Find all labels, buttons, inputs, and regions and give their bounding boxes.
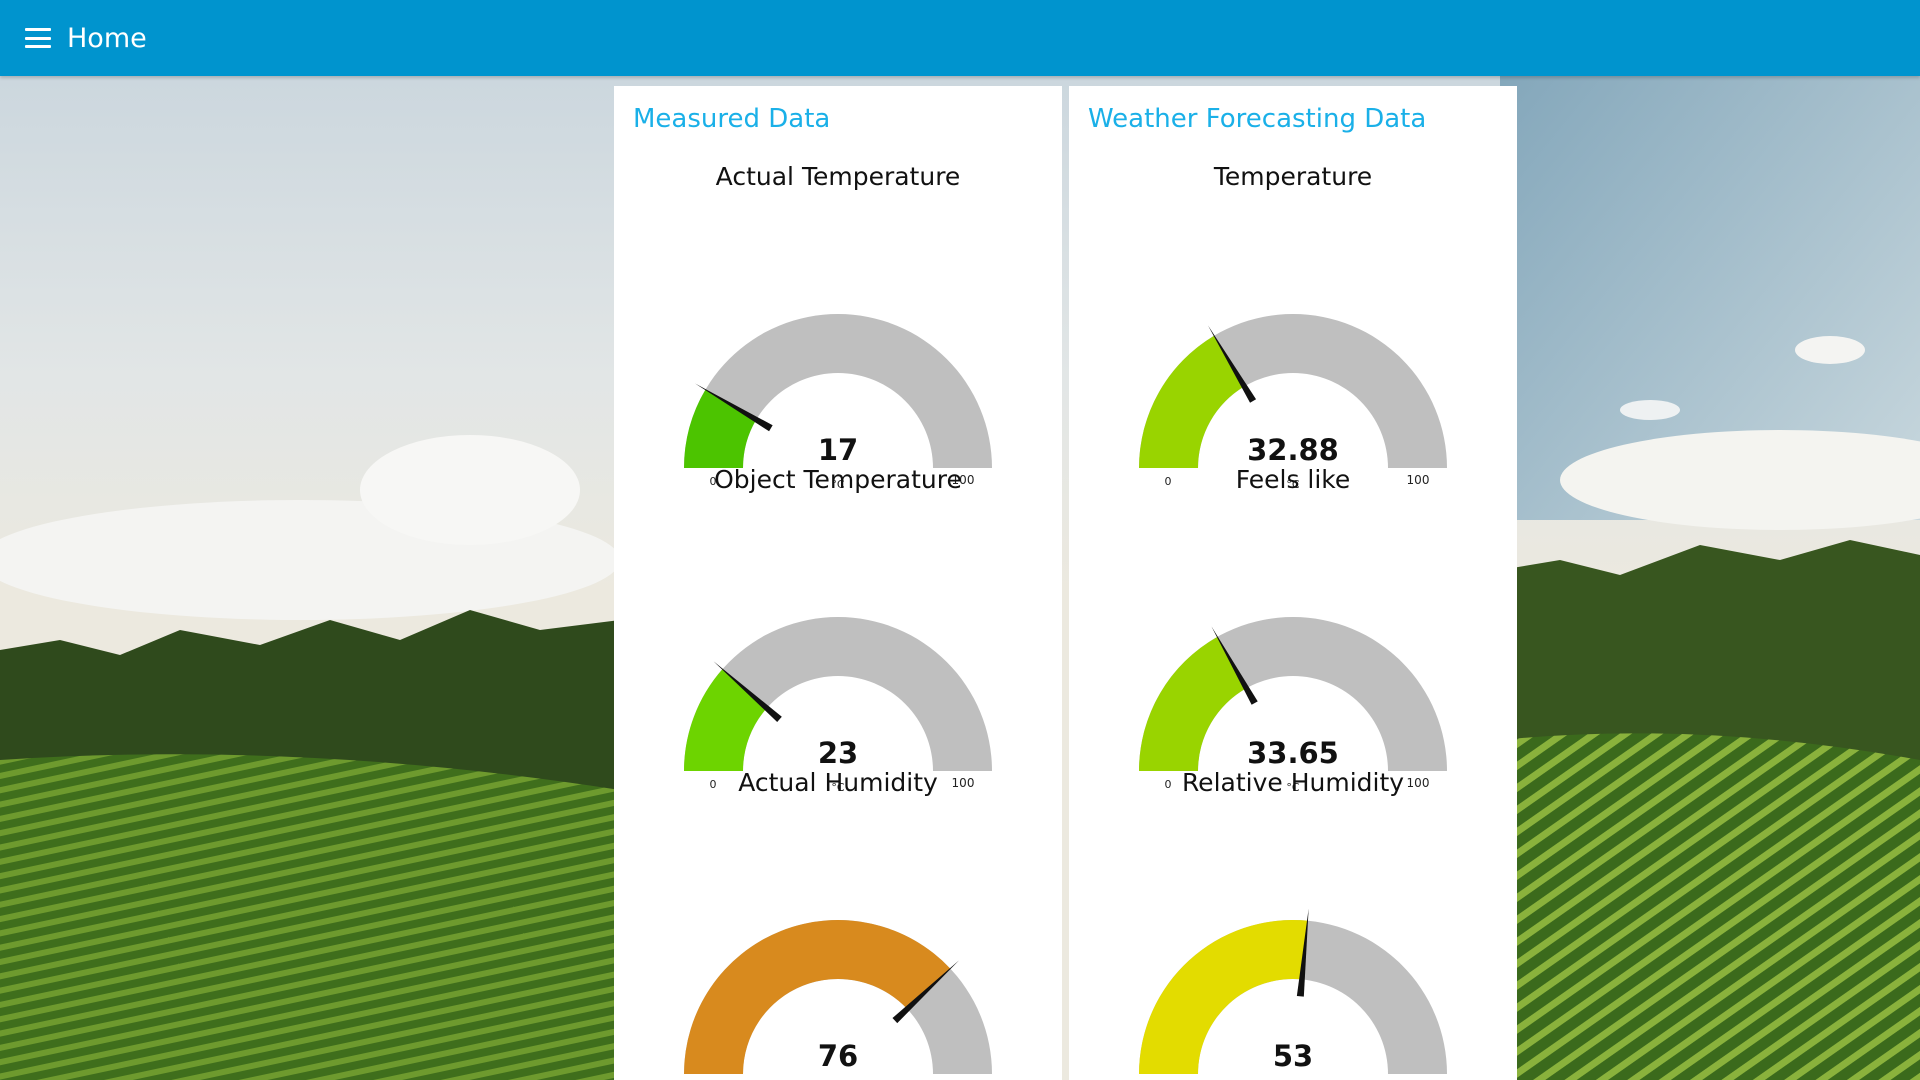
- gauge-value: 76: [818, 1039, 858, 1073]
- gauge-actual-temperature: Actual Temperature 17 °C 0 100: [614, 162, 1062, 491]
- gauge-actual-humidity: Actual Humidity 76%0100: [614, 768, 1062, 1080]
- gauge-object-temperature: Object Temperature 23 °C 0 100: [614, 465, 1062, 794]
- weather-forecasting-card: Weather Forecasting Data Temperature 32.…: [1069, 86, 1517, 1080]
- card-title: Weather Forecasting Data: [1088, 104, 1427, 134]
- page-title: Home: [67, 22, 147, 54]
- gauge-relative-humidity: Relative Humidity 53%0100: [1069, 768, 1517, 1080]
- gauge-value: 32.88: [1247, 433, 1339, 467]
- top-app-bar: Home: [0, 0, 1920, 76]
- measured-data-card: Measured Data Actual Temperature 17 °C 0 10…: [614, 86, 1062, 1080]
- menu-line: [25, 28, 51, 31]
- gauge-value: 17: [818, 433, 858, 467]
- hamburger-menu-icon[interactable]: [25, 22, 51, 54]
- gauge-svg: 76%0100: [684, 920, 992, 1080]
- gauge-svg: 32.88°C0 100: [1139, 314, 1447, 491]
- gauge-svg: 17°C0 100: [684, 314, 992, 491]
- menu-line: [25, 36, 51, 40]
- gauge-value: 33.65: [1247, 736, 1339, 770]
- gauge-svg: 53%0100: [1139, 908, 1447, 1080]
- card-title: Measured Data: [633, 104, 831, 134]
- gauge-feels-like: Feels like 33.65 °C 0 100: [1069, 465, 1517, 794]
- gauge-temperature: Temperature 32.88 °C 0 100: [1069, 162, 1517, 491]
- gauge-svg: 23°C0 100: [684, 617, 992, 794]
- menu-line: [25, 45, 51, 48]
- gauge-value: 53: [1273, 1039, 1313, 1073]
- gauge-value: 23: [818, 736, 858, 770]
- gauge-svg: 33.65°C0 100: [1139, 617, 1447, 794]
